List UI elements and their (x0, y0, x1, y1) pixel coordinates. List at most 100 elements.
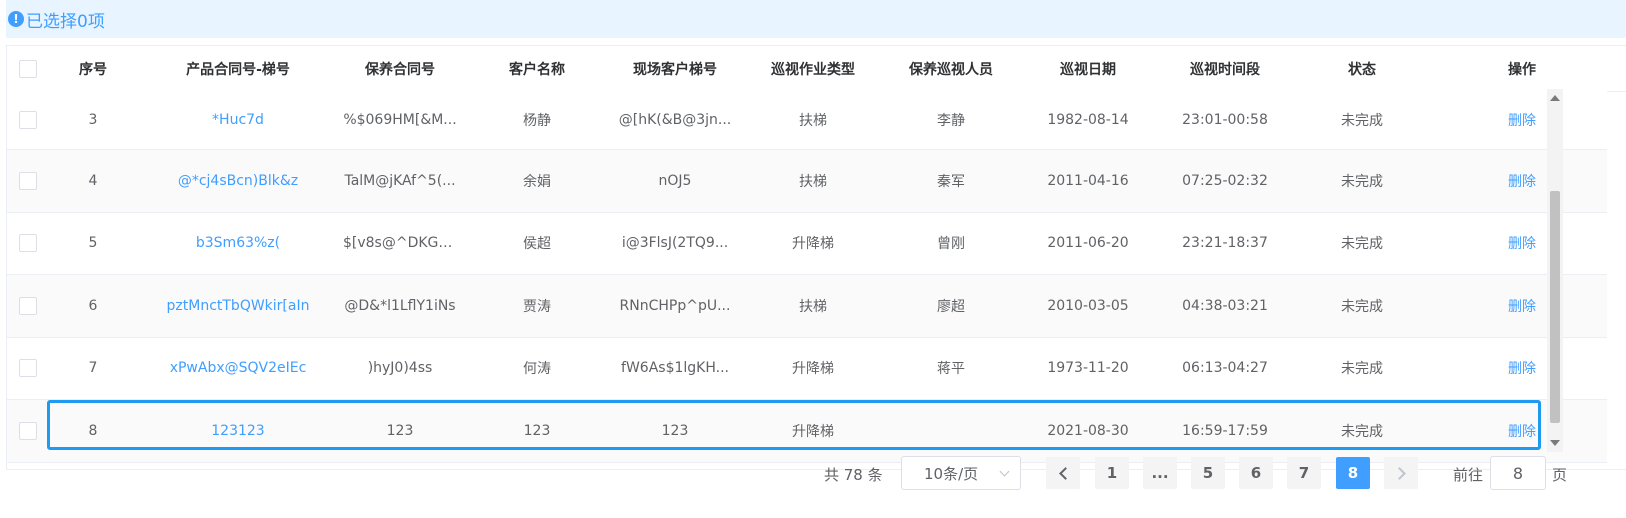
site-elevator-cell: nOJ5 (658, 172, 692, 189)
page-size-select[interactable]: 10条/页 (901, 456, 1021, 490)
site-elevator-cell: fW6As$1lgKH... (621, 360, 729, 377)
header-action: 操作 (1508, 61, 1536, 78)
customer-cell: 余娟 (523, 173, 551, 190)
customer-cell: 123 (523, 422, 551, 439)
inspector-cell: 廖超 (937, 298, 965, 315)
delete-button[interactable]: 删除 (1508, 113, 1536, 129)
maint-contract-cell: TalM@jKAf^5(... (344, 172, 456, 189)
scroll-up-icon[interactable] (1550, 95, 1560, 101)
product-contract-link[interactable]: *Huc7d (137, 112, 339, 128)
inspection-type-cell: 升降梯 (792, 361, 834, 378)
date-cell: 2021-08-30 (1047, 422, 1129, 439)
delete-button[interactable]: 删除 (1508, 361, 1536, 377)
page-size-value: 10条/页 (924, 464, 979, 483)
page-ellipsis-button[interactable]: ... (1143, 457, 1177, 489)
inspection-type-cell: 扶梯 (799, 113, 827, 129)
row-index: 5 (88, 235, 98, 252)
row-checkbox[interactable] (19, 111, 37, 129)
inspection-type-cell: 扶梯 (799, 173, 827, 190)
time-range-cell: 04:38-03:21 (1182, 297, 1268, 314)
header-time-range: 巡视时间段 (1190, 61, 1260, 78)
maint-contract-cell: $[v8s@^DKGZ... (343, 235, 461, 252)
customer-cell: 侯超 (523, 236, 551, 253)
time-range-cell: 16:59-17:59 (1182, 422, 1268, 439)
maint-contract-cell: @D&*l1LflY1iNs (344, 297, 456, 314)
row-index: 4 (88, 172, 98, 189)
site-elevator-cell: RNnCHPp^pU... (619, 297, 731, 314)
customer-cell: 杨静 (523, 113, 551, 129)
date-cell: 2010-03-05 (1047, 297, 1129, 314)
date-cell: 1982-08-14 (1047, 112, 1129, 128)
status-cell: 未完成 (1341, 298, 1383, 315)
site-elevator-cell: @[hK(&B@3jn... (618, 112, 732, 128)
customer-cell: 贾涛 (523, 298, 551, 315)
row-checkbox[interactable] (19, 359, 37, 378)
header-site-elevator: 现场客户梯号 (633, 61, 717, 78)
maint-contract-cell: )hyJ0)4ss (367, 360, 433, 377)
customer-cell: 何涛 (523, 361, 551, 378)
table-row: 7 xPwAbx@SQV2eIEc )hyJ0)4ss 何涛 fW6As$1lg… (7, 337, 1607, 400)
scroll-thumb[interactable] (1550, 191, 1560, 423)
date-cell: 2011-06-20 (1047, 235, 1129, 252)
product-contract-link[interactable]: 123123 (137, 423, 339, 439)
page-6-button[interactable]: 6 (1239, 457, 1273, 489)
goto-page-input[interactable] (1490, 456, 1546, 490)
goto-suffix: 页 (1552, 466, 1568, 484)
table-header: 序号 产品合同号-梯号 保养合同号 客户名称 现场客户梯号 巡视作业类型 保养巡… (7, 46, 1626, 92)
status-cell: 未完成 (1341, 423, 1383, 440)
row-index: 3 (88, 112, 98, 128)
page-5-button[interactable]: 5 (1191, 457, 1225, 489)
page-1-button[interactable]: 1 (1095, 457, 1129, 489)
time-range-cell: 06:13-04:27 (1182, 360, 1268, 377)
page-8-button[interactable]: 8 (1336, 457, 1370, 489)
scroll-down-icon[interactable] (1550, 440, 1560, 446)
header-status: 状态 (1348, 61, 1376, 78)
table-row: 6 pztMnctTbQWkir[aIn @D&*l1LflY1iNs 贾涛 R… (7, 275, 1607, 338)
inspector-cell: 李静 (937, 113, 965, 129)
table-row: 5 b3Sm63%z( $[v8s@^DKGZ... 侯超 i@3FlsJ(2T… (7, 212, 1607, 275)
table-row: 4 @*cj4sBcn)Blk&z TalM@jKAf^5(... 余娟 nOJ… (7, 150, 1607, 213)
product-contract-link[interactable]: @*cj4sBcn)Blk&z (137, 173, 339, 189)
date-cell: 1973-11-20 (1047, 360, 1129, 377)
info-icon: ! (8, 11, 24, 27)
time-range-cell: 07:25-02:32 (1182, 172, 1268, 189)
delete-button[interactable]: 删除 (1508, 236, 1536, 252)
row-index: 6 (88, 297, 98, 314)
product-contract-link[interactable]: pztMnctTbQWkir[aIn (137, 298, 339, 314)
status-cell: 未完成 (1341, 113, 1383, 129)
header-inspection-type: 巡视作业类型 (771, 61, 855, 78)
time-range-cell: 23:21-18:37 (1182, 235, 1268, 252)
total-count: 共 78 条 (824, 466, 883, 484)
inspector-cell: 秦军 (937, 173, 965, 190)
status-cell: 未完成 (1341, 173, 1383, 190)
header-maint-contract: 保养合同号 (365, 61, 435, 78)
inspector-cell: 曾刚 (937, 236, 965, 253)
next-page-button[interactable] (1384, 457, 1418, 489)
row-index: 8 (88, 422, 98, 439)
header-index: 序号 (79, 61, 107, 78)
chevron-down-icon (999, 466, 1010, 477)
table-body: 3 *Huc7d %$069HM[&M... 杨静 @[hK(&B@3jn...… (7, 91, 1607, 463)
row-index: 7 (88, 360, 98, 377)
site-elevator-cell: i@3FlsJ(2TQ9... (621, 235, 729, 252)
delete-button[interactable]: 删除 (1508, 299, 1536, 315)
header-inspector: 保养巡视人员 (909, 61, 993, 78)
time-range-cell: 23:01-00:58 (1182, 112, 1268, 128)
delete-button[interactable]: 删除 (1508, 174, 1536, 190)
inspection-type-cell: 扶梯 (799, 298, 827, 315)
inspector-cell: 蒋平 (937, 361, 965, 378)
inspection-type-cell: 升降梯 (792, 423, 834, 440)
page-7-button[interactable]: 7 (1287, 457, 1321, 489)
product-contract-link[interactable]: xPwAbx@SQV2eIEc (137, 360, 339, 376)
select-all-checkbox[interactable] (19, 59, 37, 78)
delete-button[interactable]: 删除 (1508, 424, 1536, 440)
product-contract-link[interactable]: b3Sm63%z( (137, 235, 339, 251)
row-checkbox[interactable] (19, 296, 37, 315)
row-checkbox[interactable] (19, 171, 37, 190)
table-scrollbar[interactable] (1547, 89, 1563, 452)
row-checkbox[interactable] (19, 234, 37, 253)
selection-alert: ! 已选择0项 (6, 0, 1626, 38)
chevron-left-icon (1058, 466, 1072, 480)
row-checkbox[interactable] (19, 421, 37, 440)
prev-page-button[interactable] (1046, 457, 1080, 489)
